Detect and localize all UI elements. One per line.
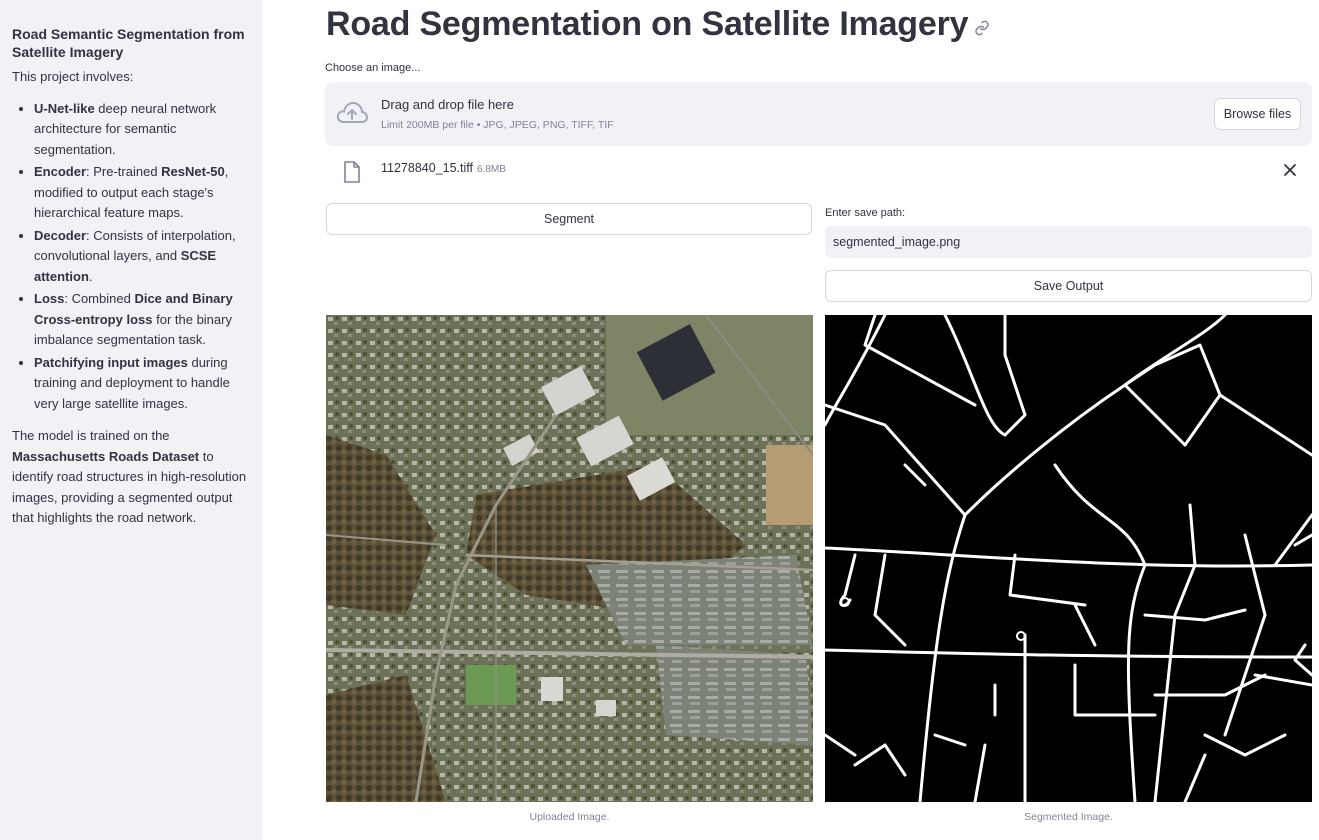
- bullet-text: .: [88, 268, 93, 284]
- bullet-text: : Combined: [64, 291, 135, 306]
- uploaded-image: [326, 315, 813, 802]
- sidebar-bullet-list: U-Net-like deep neural network architect…: [12, 99, 250, 415]
- sidebar-outro: The model is trained on the Massachusett…: [12, 426, 250, 529]
- main-content: Road Segmentation on Satellite Imagery C…: [262, 0, 1319, 840]
- bullet-bold: ResNet-50: [161, 164, 225, 179]
- sidebar-bullet: Patchifying input images during training…: [34, 353, 250, 415]
- sidebar: Road Semantic Segmentation from Satellit…: [0, 0, 262, 840]
- dropzone-limit: Limit 200MB per file • JPG, JPEG, PNG, T…: [381, 119, 614, 131]
- segmented-image-caption: Segmented Image.: [1024, 811, 1113, 823]
- link-icon[interactable]: [974, 20, 990, 36]
- page-title: Road Segmentation on Satellite Imagery: [326, 5, 969, 43]
- outro-bold: Massachusetts Roads Dataset: [12, 448, 200, 464]
- browse-files-button[interactable]: Browse files: [1214, 98, 1301, 130]
- sidebar-intro: This project involves:: [12, 69, 134, 84]
- sidebar-title: Road Semantic Segmentation from Satellit…: [12, 26, 245, 60]
- sidebar-bullet: Loss: Combined Dice and Binary Cross-ent…: [34, 289, 250, 351]
- uploaded-image-caption: Uploaded Image.: [529, 811, 610, 823]
- uploader-label: Choose an image...: [325, 62, 421, 74]
- file-dropzone[interactable]: Drag and drop file here Limit 200MB per …: [325, 82, 1312, 146]
- bullet-bold: U-Net-like: [34, 100, 95, 116]
- cloud-upload-icon: [336, 101, 368, 123]
- app-root: Road Semantic Segmentation from Satellit…: [0, 0, 1319, 840]
- save-output-button[interactable]: Save Output: [825, 270, 1312, 302]
- save-path-label: Enter save path:: [825, 207, 906, 219]
- file-size: 6.8MB: [477, 164, 506, 175]
- bullet-bold: Decoder: [34, 227, 87, 243]
- save-path-input[interactable]: [825, 226, 1312, 258]
- dropzone-title: Drag and drop file here: [381, 97, 514, 112]
- title-row: Road Segmentation on Satellite Imagery: [326, 5, 990, 44]
- outro-text: The model is trained on the: [12, 428, 170, 443]
- bullet-bold: Patchifying input images: [34, 354, 188, 370]
- segment-button[interactable]: Segment: [326, 203, 812, 235]
- sidebar-bullet: Decoder: Consists of interpolation, conv…: [34, 226, 250, 288]
- uploaded-file-row: 11278840_15.tiff 6.8MB: [325, 155, 1312, 187]
- bullet-text: : Pre-trained: [86, 164, 162, 179]
- file-name-text: 11278840_15.tiff: [381, 161, 473, 175]
- sidebar-bullet: Encoder: Pre-trained ResNet-50, modified…: [34, 162, 250, 224]
- bullet-bold: Encoder: [34, 164, 87, 179]
- bullet-bold: Loss: [34, 291, 65, 306]
- file-name: 11278840_15.tiff 6.8MB: [381, 161, 506, 175]
- close-icon[interactable]: [1282, 162, 1298, 178]
- file-icon: [344, 161, 360, 183]
- sidebar-bullet: U-Net-like deep neural network architect…: [34, 99, 250, 161]
- segmented-image: [825, 315, 1312, 802]
